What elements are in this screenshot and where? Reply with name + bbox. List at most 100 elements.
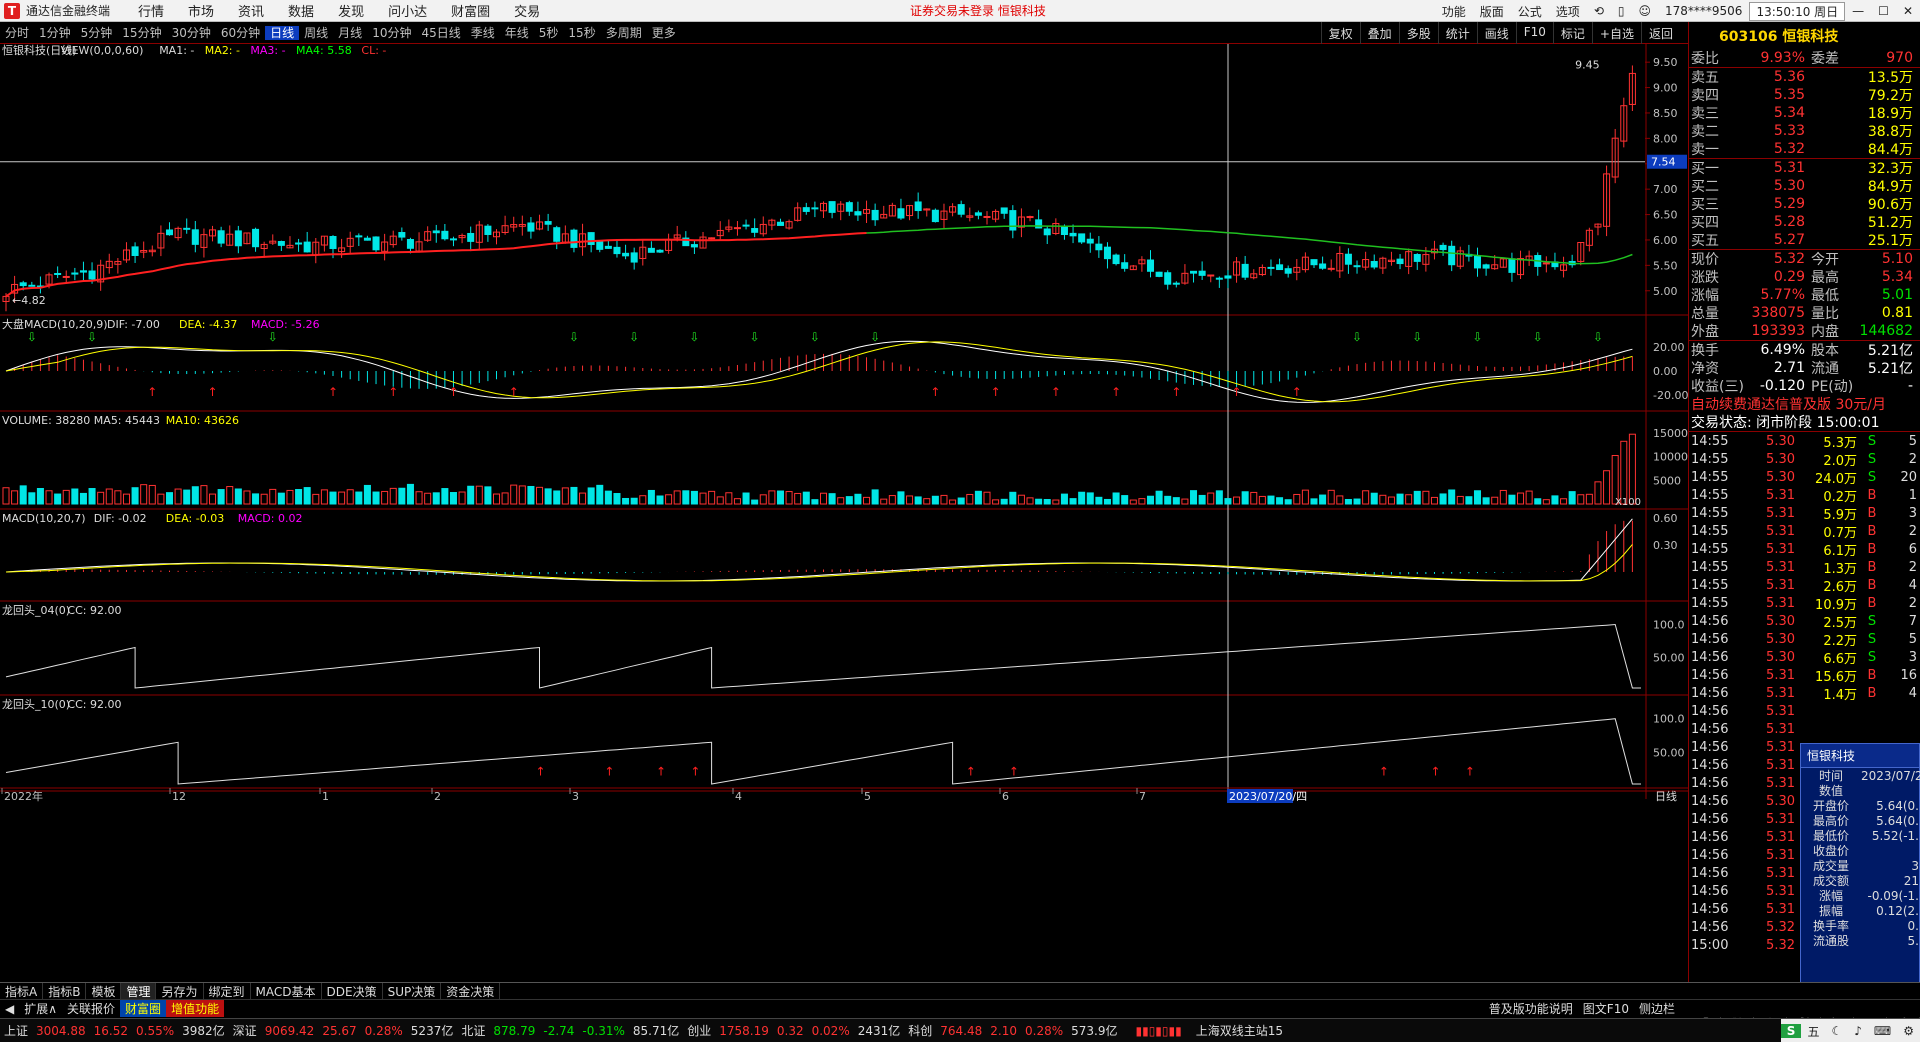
index-name[interactable]: 深证 [229, 1022, 261, 1039]
index-name[interactable]: 科创 [904, 1022, 936, 1039]
tool-button-1[interactable]: 叠加 [1359, 22, 1399, 44]
period-tab-15[interactable]: 多周期 [601, 26, 647, 40]
maximize-button[interactable]: ☐ [1871, 4, 1896, 18]
tab-wealth[interactable]: 财富圈 [120, 1000, 167, 1017]
server-label[interactable]: 上海双线主站15 [1192, 1022, 1287, 1039]
account-label[interactable]: 178****9506 [1658, 4, 1749, 18]
volume-bar [570, 486, 578, 505]
scroll-left-icon[interactable]: ◀ [0, 1002, 19, 1016]
period-tab-16[interactable]: 更多 [647, 26, 681, 40]
tool-button-5[interactable]: F10 [1515, 22, 1553, 44]
tool-button-7[interactable]: +自选 [1591, 22, 1641, 44]
menu-quotes[interactable]: 行情 [126, 1, 176, 20]
tool-button-4[interactable]: 画线 [1476, 22, 1516, 44]
tool-button-6[interactable]: 标记 [1552, 22, 1592, 44]
period-tab-12[interactable]: 年线 [500, 26, 534, 40]
refresh-icon[interactable]: ⟲ [1587, 4, 1611, 18]
indicator-tab-2[interactable]: 模板 [86, 982, 122, 1000]
tick-row: 14:55 5.31 0.2万 B 1 [1689, 486, 1920, 505]
sell-arrow-icon: ⇩ [689, 330, 699, 344]
link-f10[interactable]: 图文F10 [1578, 1000, 1634, 1017]
tool-button-3[interactable]: 统计 [1437, 22, 1477, 44]
period-tab-3[interactable]: 15分钟 [117, 26, 166, 40]
menu-news[interactable]: 资讯 [226, 1, 276, 20]
period-tab-8[interactable]: 月线 [333, 26, 367, 40]
menu-wealth[interactable]: 财富圈 [439, 1, 502, 20]
indicator-tab-7[interactable]: DDE决策 [322, 982, 383, 1000]
period-tab-13[interactable]: 5秒 [534, 26, 564, 40]
menu-trade[interactable]: 交易 [502, 1, 552, 20]
sell-price: 5.36 [1773, 69, 1805, 85]
chart-area[interactable]: ⇩ ⇩ ↑ ↑ ⇩ ↑ ↑ ↑ ↑ ⇩ ⇩ ⇩ ⇩ ⇩ ⇩ ↑ ↑ ↑ ↑ ↑ ↑ ↑ ⇩ ⇩ ⇩ ⇩ ⇩ ↑ ↑ ↑ ↑ ↑ ↑ ↑ ↑ ↑ 9.… [0, 44, 1688, 982]
indicator-tab-6[interactable]: MACD基本 [251, 982, 322, 1000]
period-tab-10[interactable]: 45日线 [416, 26, 465, 40]
period-tab-1[interactable]: 1分钟 [34, 26, 76, 40]
moon-icon[interactable]: ☾ [1825, 1024, 1848, 1038]
mic-icon[interactable]: ♪ [1848, 1024, 1868, 1038]
buy-arrow-icon: ↑ [604, 765, 614, 779]
cc-line [5, 718, 1641, 785]
index-quotes[interactable]: 上证 3004.88 16.52 0.55% 3982亿 深证 9069.42 25.67 0.… [0, 1022, 1121, 1039]
period-tab-0[interactable]: 分时 [0, 26, 34, 40]
ad-banner[interactable]: 自动续费通达信普及版 30元/月 [1689, 395, 1920, 413]
link-sidebar[interactable]: 侧边栏 [1634, 1000, 1680, 1017]
tick-price: 5.32 [1766, 919, 1795, 935]
period-tab-9[interactable]: 10分钟 [367, 26, 416, 40]
ime-bar[interactable]: S 五 ☾ ♪ ⌨ ⚙ [1780, 1019, 1920, 1042]
tool-button-0[interactable]: 复权 [1320, 22, 1360, 44]
menu-layout[interactable]: 版面 [1473, 3, 1511, 20]
volume-bar [837, 497, 845, 505]
login-notice[interactable]: 证券交易未登录 恒银科技 [910, 2, 1046, 19]
indicator-tab-1[interactable]: 指标B [43, 982, 87, 1000]
volume-bar [673, 490, 681, 505]
volume-bar [338, 491, 346, 505]
indicator-tab-5[interactable]: 绑定到 [204, 982, 251, 1000]
period-tab-2[interactable]: 5分钟 [76, 26, 118, 40]
period-tab-7[interactable]: 周线 [299, 26, 333, 40]
menu-discover[interactable]: 发现 [326, 1, 376, 20]
tooltip-value: 21 [1903, 873, 1919, 888]
tab-addon[interactable]: 增值功能 [166, 1000, 225, 1017]
tab-extend[interactable]: 扩展∧ [19, 1000, 62, 1017]
index-name[interactable]: 北证 [457, 1022, 489, 1039]
menu-ask[interactable]: 问小达 [376, 1, 439, 20]
period-tab-11[interactable]: 季线 [466, 26, 500, 40]
tick-row: 14:55 5.30 24.0万 S 20 [1689, 468, 1920, 487]
menu-options[interactable]: 选项 [1549, 3, 1587, 20]
tick-count: 2 [1908, 595, 1917, 611]
settings-icon[interactable]: ⚙ [1897, 1024, 1920, 1038]
indicator-tab-4[interactable]: 另存为 [156, 982, 204, 1000]
ime-icon[interactable]: S [1780, 1024, 1802, 1038]
period-tab-4[interactable]: 30分钟 [167, 26, 216, 40]
high-price-label: 9.45 [1575, 59, 1600, 72]
menu-data[interactable]: 数据 [276, 1, 326, 20]
indicator-tab-8[interactable]: SUP决策 [383, 982, 442, 1000]
user-icon[interactable]: ☺ [1631, 4, 1658, 18]
menu-market[interactable]: 市场 [176, 1, 226, 20]
ime-mode[interactable]: 五 [1801, 1023, 1825, 1040]
index-name[interactable]: 创业 [683, 1022, 715, 1039]
tooltip-row: 换手率 0. [1801, 918, 1919, 934]
minimize-button[interactable]: — [1845, 4, 1871, 18]
volume-bar [114, 490, 122, 505]
volume-bar [974, 490, 982, 505]
menu-formula[interactable]: 公式 [1511, 3, 1549, 20]
period-tab-14[interactable]: 15秒 [563, 26, 600, 40]
stat2-row-1: 净资 2.71 流通 5.21亿 [1689, 359, 1920, 377]
indicator-tab-3[interactable]: 管理 [121, 982, 157, 1000]
period-tab-5[interactable]: 60分钟 [216, 26, 265, 40]
index-name[interactable]: 上证 [0, 1022, 32, 1039]
indicator-tab-0[interactable]: 指标A [0, 982, 44, 1000]
tick-count: 6 [1908, 541, 1917, 557]
close-button[interactable]: ✕ [1896, 4, 1920, 18]
indicator-tab-9[interactable]: 资金决策 [441, 982, 501, 1000]
volume-bar [1465, 496, 1473, 505]
tool-button-2[interactable]: 多股 [1398, 22, 1438, 44]
link-help[interactable]: 普及版功能说明 [1484, 1000, 1578, 1017]
period-tab-6[interactable]: 日线 [265, 26, 300, 40]
phone-icon[interactable]: ▯ [1611, 4, 1632, 18]
tab-related-quote[interactable]: 关联报价 [62, 1000, 120, 1017]
menu-function[interactable]: 功能 [1435, 3, 1473, 20]
keyboard-icon[interactable]: ⌨ [1868, 1024, 1897, 1038]
tool-button-8[interactable]: 返回 [1640, 22, 1680, 44]
